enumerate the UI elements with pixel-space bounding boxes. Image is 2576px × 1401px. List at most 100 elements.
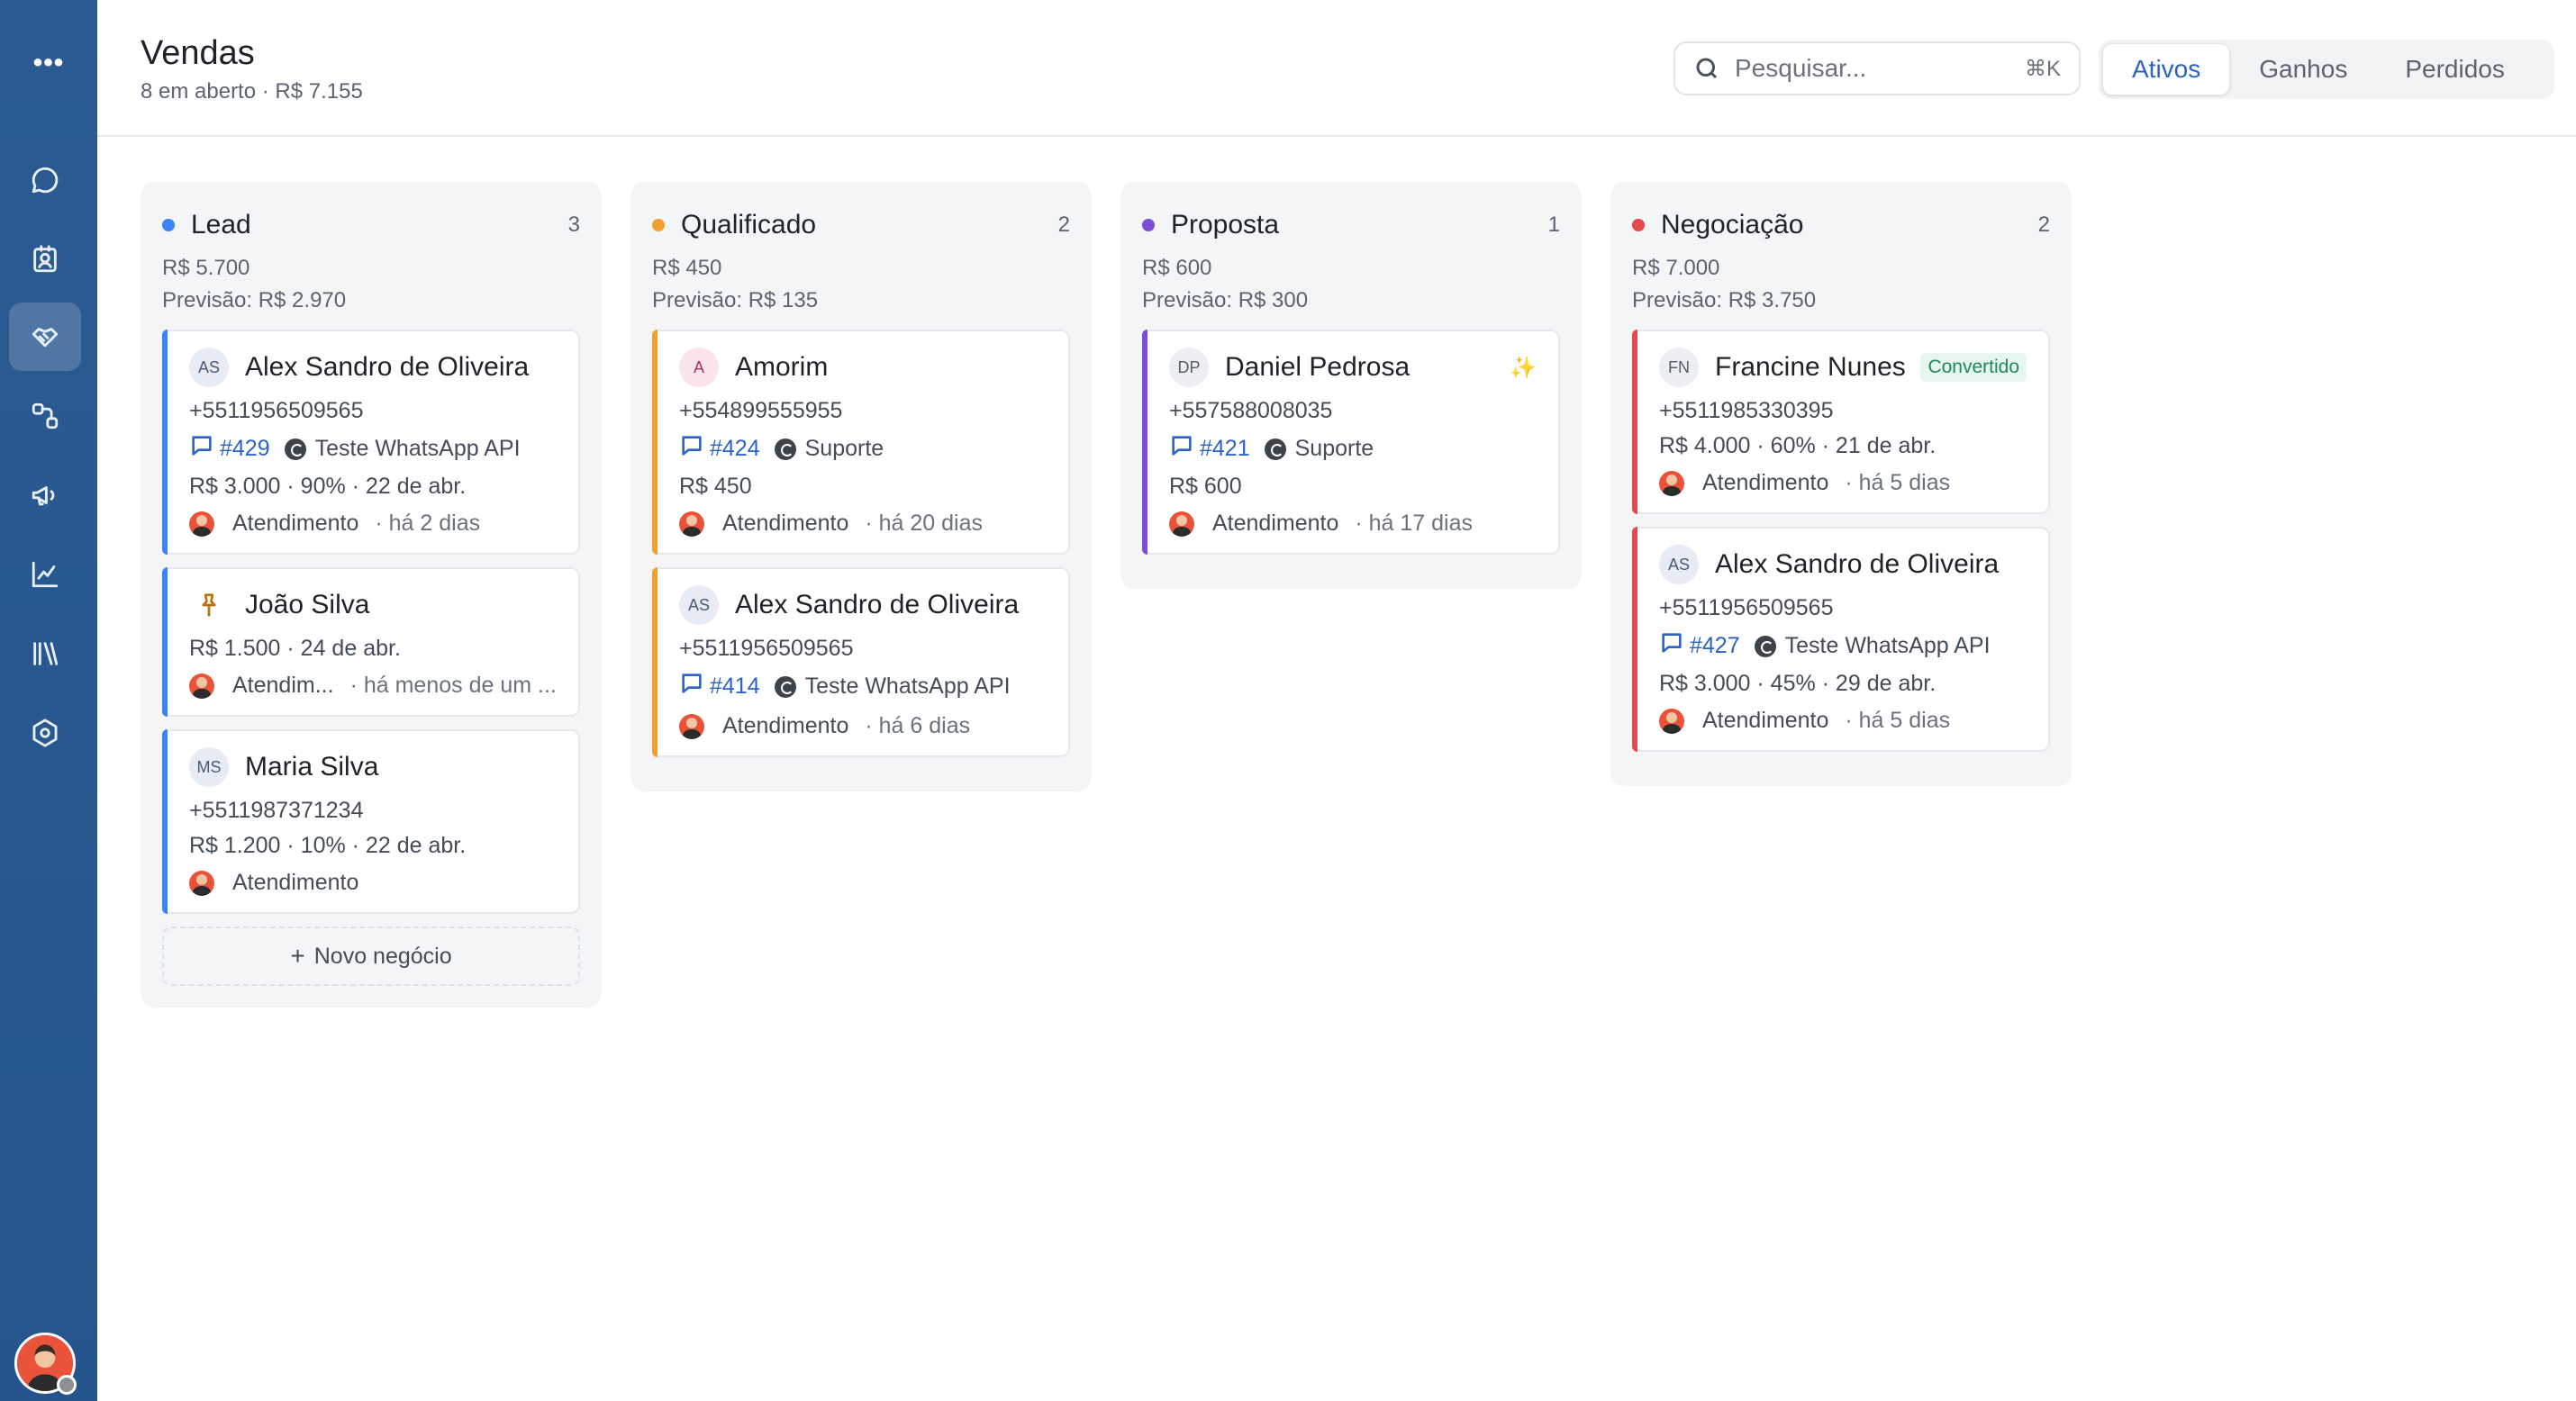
contact-phone: +5511956509565 [189,398,364,423]
tab-ativos[interactable]: Ativos [2102,43,2231,95]
deal-value: R$ 3.000 · 45% · 29 de abr. [1659,671,1937,696]
column-lead: Lead 3 R$ 5.700 Previsão: R$ 2.970 AS Al… [141,182,602,1008]
menu-icon[interactable]: ••• [22,36,76,90]
agent-avatar [679,713,704,739]
plus-icon: + [290,942,305,970]
pin-icon [189,585,229,625]
contacts-icon[interactable] [9,225,81,294]
contact-name: Alex Sandro de Oliveira [245,352,530,382]
search-shortcut: ⌘K [2024,56,2061,81]
agent-avatar [1169,511,1194,537]
contact-avatar: AS [679,585,719,625]
deal-card[interactable]: DP Daniel Pedrosa ✨ +557588008035 #421 S… [1142,330,1560,555]
deal-value: R$ 600 [1169,474,1242,499]
conversation-link[interactable]: #427 [1690,633,1740,659]
inbox-name: Teste WhatsApp API [314,436,521,461]
deals-icon[interactable] [9,303,81,371]
contact-name: Francine Nunes [1715,352,1906,382]
agent-name: Atendimento [1702,708,1829,733]
stage-dot [162,219,175,231]
column-title: Proposta [1171,210,1280,240]
inbox-name: Teste WhatsApp API [804,673,1011,699]
agent-name: Atendimento [232,511,359,536]
column-title: Negociação [1661,210,1804,240]
last-activity: · há 2 dias [375,511,481,536]
conversation-link[interactable]: #429 [220,436,270,462]
deal-card[interactable]: A Amorim +554899555955 #424 Suporte R$ 4… [652,330,1070,555]
deal-card[interactable]: AS Alex Sandro de Oliveira +551195650956… [652,567,1070,757]
conversation-icon [189,433,214,465]
contact-name: Alex Sandro de Oliveira [1715,549,2000,579]
contact-avatar: A [679,348,719,387]
column-forecast: Previsão: R$ 2.970 [162,288,347,312]
campaigns-icon[interactable] [9,461,81,529]
column-title: Qualificado [681,210,817,240]
deal-value: R$ 1.200 · 10% · 22 de abr. [189,833,467,858]
conversations-icon[interactable] [9,146,81,214]
search-icon [1696,58,1718,79]
reports-icon[interactable] [9,540,81,609]
agent-name: Atendimento [722,511,849,536]
column-forecast: Previsão: R$ 300 [1142,288,1309,312]
column-count: 2 [2037,212,2050,237]
deal-card[interactable]: AS Alex Sandro de Oliveira +551195650956… [1632,527,2050,752]
agent-avatar [1659,708,1684,734]
contact-name: Amorim [735,352,829,382]
deal-card[interactable]: João Silva R$ 1.500 · 24 de abr. Atendim… [162,567,580,717]
agent-name: Atendimento [232,870,359,895]
column-count: 3 [567,212,580,237]
column-proposta: Proposta 1 R$ 600 Previsão: R$ 300 DP Da… [1120,182,1582,589]
column-total: R$ 5.700 [162,256,250,280]
library-icon[interactable] [9,619,81,688]
deal-card[interactable]: AS Alex Sandro de Oliveira +551195650956… [162,330,580,555]
search-box[interactable]: ⌘K [1673,41,2081,95]
user-avatar[interactable] [14,1333,77,1395]
column-total: R$ 7.000 [1632,256,1720,280]
contact-phone: +5511956509565 [679,636,854,661]
deal-card[interactable]: MS Maria Silva +5511987371234 R$ 1.200 ·… [162,729,580,914]
last-activity: · há menos de um ... [349,673,557,698]
tab-ganhos[interactable]: Ganhos [2230,43,2376,95]
conversation-link[interactable]: #424 [710,436,760,462]
whatsapp-icon [774,438,796,460]
inbox-name: Suporte [804,436,884,461]
conversation-icon [679,671,704,702]
search-input[interactable] [1735,54,2005,83]
deal-value: R$ 1.500 · 24 de abr. [189,636,401,661]
conversation-link[interactable]: #414 [710,673,760,700]
conversation-icon [1659,630,1684,662]
whatsapp-icon [1264,438,1286,460]
contact-phone: +5511985330395 [1659,398,1834,423]
agent-avatar [189,673,214,699]
new-deal-label: Novo negócio [313,943,452,969]
contact-phone: +554899555955 [679,398,843,423]
column-title: Lead [191,210,251,240]
automations-icon[interactable] [9,382,81,450]
contact-name: João Silva [245,590,370,619]
new-deal-button[interactable]: + Novo negócio [162,926,580,986]
whatsapp-icon [1754,635,1776,657]
sparkle-icon: ✨ [1510,355,1537,380]
header: Vendas 8 em aberto · R$ 7.155 ⌘K Ativos … [97,0,2576,137]
contact-avatar: AS [1659,545,1699,584]
deal-value: R$ 3.000 · 90% · 22 de abr. [189,474,467,499]
last-activity: · há 20 dias [865,511,984,536]
agent-avatar [1659,470,1684,496]
last-activity: · há 6 dias [865,713,971,738]
contact-phone: +557588008035 [1169,398,1333,423]
conversation-icon [679,433,704,465]
tab-perdidos[interactable]: Perdidos [2376,43,2534,95]
converted-badge: Convertido [1920,353,2027,382]
settings-icon[interactable] [9,699,81,767]
deal-card[interactable]: FN Francine Nunes Convertido +5511985330… [1632,330,2050,514]
page-title: Vendas [141,34,255,72]
status-filter: Ativos Ganhos Perdidos [2099,40,2554,99]
contact-phone: +5511956509565 [1659,595,1834,620]
whatsapp-icon [774,675,796,698]
deal-value: R$ 450 [679,474,752,499]
whatsapp-icon [284,438,306,460]
contact-avatar: FN [1659,348,1699,387]
conversation-link[interactable]: #421 [1200,436,1250,462]
column-forecast: Previsão: R$ 3.750 [1632,288,1817,312]
contact-avatar: AS [189,348,229,387]
